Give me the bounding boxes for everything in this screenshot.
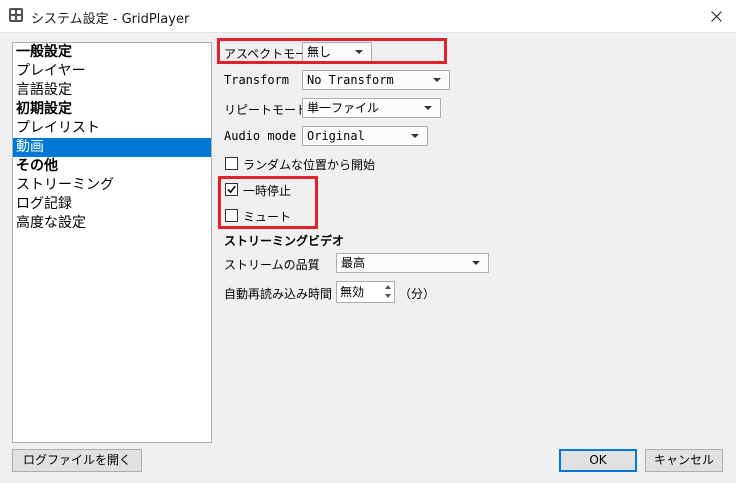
random-start-checkbox[interactable] (225, 157, 238, 170)
ok-button[interactable]: OK (559, 449, 637, 472)
transform-select[interactable]: No Transform (302, 70, 450, 90)
settings-category-list[interactable]: 一般設定 プレイヤー 言語設定 初期設定 プレイリスト 動画 その他 ストリーミ… (12, 42, 212, 443)
transform-label: Transform (224, 73, 290, 87)
highlight-box-aspect (217, 38, 447, 64)
sidebar-item-defaults[interactable]: 初期設定 (13, 100, 211, 119)
chevron-down-icon (433, 78, 441, 82)
spin-up-icon[interactable] (383, 283, 393, 292)
spin-down-icon[interactable] (383, 292, 393, 301)
auto-reload-unit: （分） (399, 287, 436, 301)
stream-quality-select[interactable]: 最高 (336, 253, 489, 273)
open-log-file-button[interactable]: ログファイルを開く (12, 449, 142, 472)
sidebar-item-misc[interactable]: その他 (13, 157, 211, 176)
window-title: システム設定 - GridPlayer (31, 12, 190, 27)
repeat-mode-label: リピートモード (224, 103, 309, 117)
auto-reload-value: 無効 (340, 285, 365, 299)
random-start-label: ランダムな位置から開始 (243, 158, 376, 172)
audio-mode-label: Audio mode (224, 129, 297, 143)
repeat-mode-select[interactable]: 単一ファイル (302, 98, 441, 118)
chevron-down-icon (472, 261, 480, 265)
stream-quality-label: ストリームの品質 (224, 258, 320, 272)
audio-mode-select[interactable]: Original (302, 126, 428, 146)
repeat-mode-value: 単一ファイル (307, 101, 380, 115)
audio-mode-value: Original (307, 129, 365, 143)
chevron-down-icon (411, 134, 419, 138)
sidebar-item-streaming[interactable]: ストリーミング (13, 176, 211, 195)
sidebar-item-general[interactable]: 一般設定 (13, 43, 211, 62)
close-icon (710, 10, 722, 22)
stream-quality-value: 最高 (341, 256, 366, 270)
sidebar-item-player[interactable]: プレイヤー (13, 62, 211, 81)
transform-value: No Transform (307, 73, 394, 87)
sidebar-item-logging[interactable]: ログ記録 (13, 195, 211, 214)
sidebar-item-video[interactable]: 動画 (13, 138, 211, 157)
cancel-button[interactable]: キャンセル (645, 449, 723, 472)
streaming-section-title: ストリーミングビデオ (224, 234, 345, 248)
sidebar-item-language[interactable]: 言語設定 (13, 81, 211, 100)
title-bar: システム設定 - GridPlayer (0, 0, 736, 33)
sidebar-item-advanced[interactable]: 高度な設定 (13, 214, 211, 233)
auto-reload-label: 自動再読み込み時間 (224, 287, 333, 301)
sidebar-item-playlist[interactable]: プレイリスト (13, 119, 211, 138)
chevron-down-icon (424, 106, 432, 110)
highlight-box-pause-mute (218, 176, 318, 229)
auto-reload-spinbox[interactable]: 無効 (336, 281, 395, 303)
close-button[interactable] (704, 4, 728, 28)
app-grid-icon (9, 8, 23, 22)
